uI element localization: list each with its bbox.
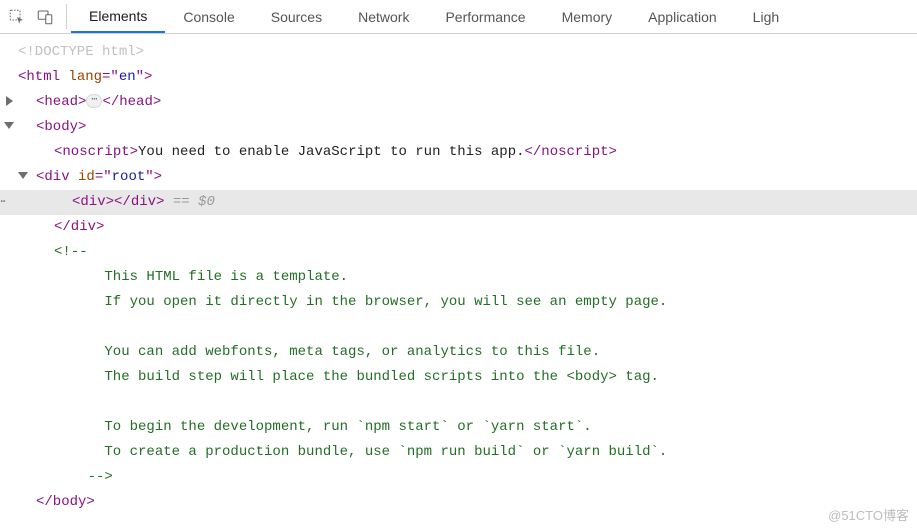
tab-elements[interactable]: Elements [71,0,165,33]
inspect-icon[interactable] [6,6,28,28]
tab-label: Elements [89,8,147,24]
dom-node-selected[interactable]: <div></div> == $0 [0,190,917,215]
dom-comment-open[interactable]: <!-- [0,240,917,265]
dom-comment-close[interactable]: --> [0,465,917,490]
toolbar-divider [66,4,67,29]
device-toggle-icon[interactable] [34,6,56,28]
tab-sources[interactable]: Sources [253,0,340,33]
expand-toggle-icon[interactable] [6,96,13,106]
dom-comment-line[interactable]: To create a production bundle, use `npm … [0,440,917,465]
devtools-toolbar: Elements Console Sources Network Perform… [0,0,917,34]
ellipsis-icon[interactable]: ⋯ [86,94,102,108]
tab-label: Application [648,9,717,25]
dom-comment-line[interactable] [0,315,917,340]
dom-comment-line[interactable]: The build step will place the bundled sc… [0,365,917,390]
tab-label: Network [358,9,409,25]
tab-console[interactable]: Console [165,0,252,33]
dom-comment-line[interactable]: If you open it directly in the browser, … [0,290,917,315]
tab-application[interactable]: Application [630,0,735,33]
dom-node-root-div[interactable]: <div id="root"> [0,165,917,190]
dom-node-root-close[interactable]: </div> [0,215,917,240]
tab-label: Sources [271,9,322,25]
tab-label: Memory [562,9,613,25]
dom-node-html[interactable]: <html lang="en"> [0,65,917,90]
dom-comment-line[interactable]: To begin the development, run `npm start… [0,415,917,440]
tab-label: Ligh [753,9,779,25]
tab-lighthouse[interactable]: Ligh [735,0,797,33]
dom-node-doctype[interactable]: <!DOCTYPE html> [0,40,917,65]
dom-comment-line[interactable]: This HTML file is a template. [0,265,917,290]
expand-toggle-icon[interactable] [4,122,14,129]
tab-performance[interactable]: Performance [427,0,543,33]
tab-network[interactable]: Network [340,0,427,33]
panel-tabs: Elements Console Sources Network Perform… [71,0,797,33]
dom-comment-line[interactable]: You can add webfonts, meta tags, or anal… [0,340,917,365]
toolbar-icons [0,0,62,33]
watermark-text: @51CTO博客 [828,505,909,524]
tab-label: Console [183,9,234,25]
devtools-window: { "toolbar": { "icons": ["inspect", "dev… [0,0,917,530]
tab-memory[interactable]: Memory [544,0,631,33]
dom-node-head[interactable]: <head>⋯</head> [0,90,917,115]
elements-tree[interactable]: <!DOCTYPE html> <html lang="en"> <head>⋯… [0,34,917,515]
dom-node-body-close[interactable]: </body> [0,490,917,515]
dom-node-noscript[interactable]: <noscript>You need to enable JavaScript … [0,140,917,165]
dom-node-body[interactable]: <body> [0,115,917,140]
tab-label: Performance [445,9,525,25]
dom-comment-line[interactable] [0,390,917,415]
